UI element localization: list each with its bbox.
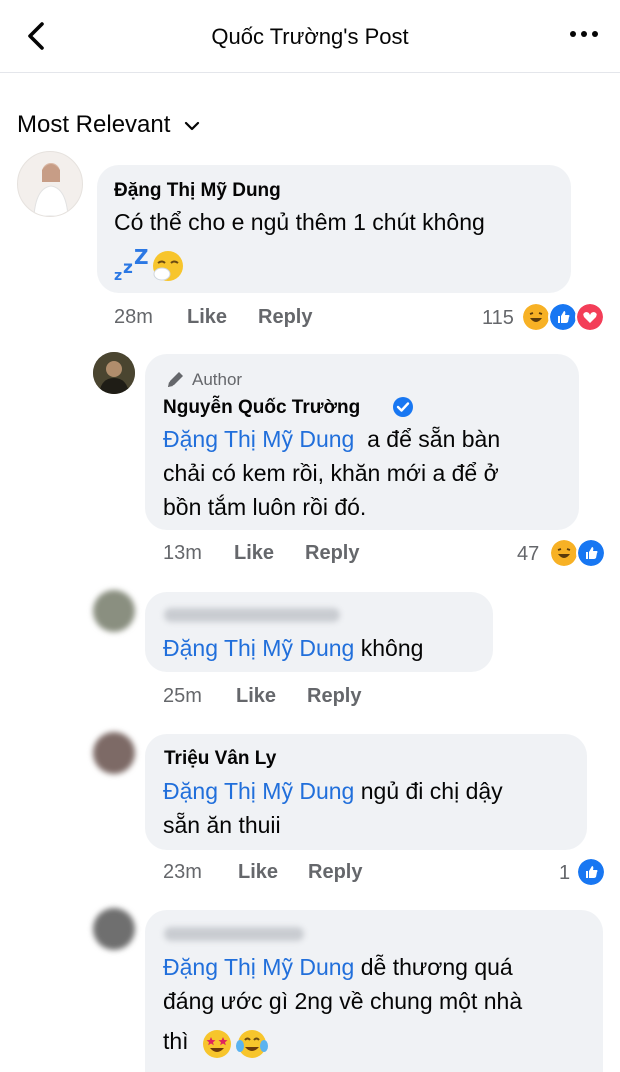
avatar[interactable] — [93, 352, 135, 394]
sort-label: Most Relevant — [17, 111, 171, 138]
comment-text: Đặng Thị Mỹ Dung ngủ đi chị dậy — [163, 778, 503, 804]
comment-text: Đặng Thị Mỹ Dung không — [163, 635, 424, 661]
comment-text: thì — [163, 1028, 189, 1054]
mention-link[interactable]: Đặng Thị Mỹ Dung — [163, 778, 354, 804]
comment-time: 28m — [114, 306, 153, 328]
blurred-commenter-name — [164, 608, 340, 622]
profile-photo-icon — [33, 163, 69, 216]
comment-text: Đặng Thị Mỹ Dung a để sẵn bàn — [163, 426, 501, 452]
comment-text: Đặng Thị Mỹ Dung dễ thương quá — [163, 954, 513, 980]
pencil-icon — [168, 372, 183, 387]
reaction-count[interactable]: 115 — [482, 307, 514, 330]
svg-text:z: z — [123, 258, 133, 278]
comment-time: 13m — [163, 542, 202, 564]
comment-text: chải có kem rồi, khăn mới a để ở — [163, 460, 499, 486]
sleeping-emoji-icon: z z Z — [114, 246, 183, 284]
commenter-name[interactable]: Nguyễn Quốc Trường — [163, 397, 360, 419]
comment-time: 25m — [163, 685, 202, 707]
reply-button[interactable]: Reply — [258, 306, 312, 329]
reply-button[interactable]: Reply — [308, 861, 362, 884]
reaction-count[interactable]: 47 — [517, 543, 539, 566]
commenter-name[interactable]: Triệu Vân Ly — [164, 748, 276, 770]
like-button[interactable]: Like — [238, 861, 278, 884]
tears-of-joy-emoji-icon — [236, 1030, 268, 1058]
star-struck-emoji-icon — [203, 1030, 231, 1058]
comment-text: đáng ước gì 2ng về chung một nhà — [163, 988, 523, 1014]
avatar[interactable] — [93, 732, 135, 774]
mention-link[interactable]: Đặng Thị Mỹ Dung — [163, 426, 354, 452]
page-title: Quốc Trường's Post — [211, 24, 409, 49]
like-button[interactable]: Like — [187, 306, 227, 329]
reply-button[interactable]: Reply — [305, 542, 359, 565]
mention-link[interactable]: Đặng Thị Mỹ Dung — [163, 954, 354, 980]
like-reaction-icon — [548, 302, 578, 332]
profile-photo-icon — [93, 352, 135, 394]
haha-reaction-icon — [549, 538, 579, 568]
comment-sort-dropdown[interactable]: Most Relevant — [17, 111, 200, 139]
haha-reaction-icon — [521, 302, 551, 332]
reaction-count[interactable]: 1 — [559, 862, 570, 885]
blurred-commenter-name — [164, 927, 304, 941]
commenter-name[interactable]: Đặng Thị Mỹ Dung — [114, 180, 281, 202]
svg-text:Z: Z — [134, 246, 149, 269]
chevron-down-icon — [185, 121, 200, 131]
like-reaction-icon — [576, 857, 606, 887]
verified-badge-icon — [393, 397, 413, 417]
avatar[interactable] — [93, 590, 135, 632]
comment-text: bồn tắm luôn rồi đó. — [163, 494, 367, 520]
more-options-icon[interactable] — [568, 24, 600, 44]
comment-text: Có thể cho e ngủ thêm 1 chút không — [114, 209, 485, 235]
top-bar: Quốc Trường's Post — [0, 0, 620, 73]
comment-time: 23m — [163, 861, 202, 883]
mention-link[interactable]: Đặng Thị Mỹ Dung — [163, 635, 354, 661]
avatar[interactable] — [93, 908, 135, 950]
svg-text:z: z — [114, 268, 122, 284]
like-button[interactable]: Like — [236, 685, 276, 708]
like-button[interactable]: Like — [234, 542, 274, 565]
love-reaction-icon — [575, 302, 605, 332]
author-badge: Author — [192, 370, 243, 389]
comment-text: sẵn ăn thuii — [163, 812, 281, 838]
like-reaction-icon — [576, 538, 606, 568]
avatar[interactable] — [17, 151, 83, 217]
reply-button[interactable]: Reply — [307, 685, 361, 708]
